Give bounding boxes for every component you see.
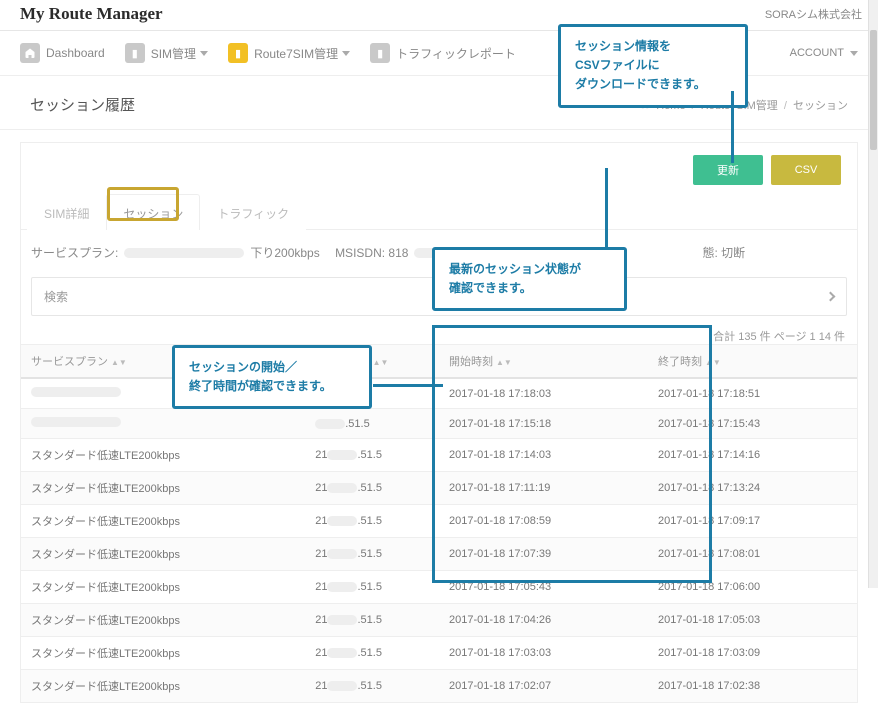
cell-ip: 21.51.5 bbox=[305, 604, 439, 637]
cell-start: 2017-01-18 17:05:43 bbox=[439, 571, 648, 604]
nav-dashboard-label: Dashboard bbox=[46, 46, 105, 60]
caret-icon bbox=[200, 51, 208, 56]
cell-start: 2017-01-18 17:04:26 bbox=[439, 604, 648, 637]
table-row[interactable]: スタンダード低速LTE200kbps21.51.52017-01-18 17:0… bbox=[21, 670, 857, 703]
cell-ip: 21.51.5 bbox=[305, 472, 439, 505]
cell-start: 2017-01-18 17:03:03 bbox=[439, 637, 648, 670]
nav-route7[interactable]: ▮ Route7SIM管理 bbox=[218, 37, 360, 69]
sim-icon: ▮ bbox=[125, 43, 145, 63]
cell-plan: スタンダード低速LTE200kbps bbox=[21, 604, 305, 637]
cell-ip: 21.51.5 bbox=[305, 538, 439, 571]
account-label: ACCOUNT bbox=[790, 47, 844, 59]
cell-start: 2017-01-18 17:14:03 bbox=[439, 439, 648, 472]
plan-label: サービスプラン: bbox=[31, 244, 118, 261]
cell-ip: .51.5 bbox=[305, 409, 439, 439]
scrollbar[interactable] bbox=[868, 0, 878, 588]
cell-plan: スタンダード低速LTE200kbps bbox=[21, 571, 305, 604]
search-label: 検索 bbox=[44, 288, 68, 305]
cell-end: 2017-01-18 17:08:01 bbox=[648, 538, 857, 571]
cell-end: 2017-01-18 17:15:43 bbox=[648, 409, 857, 439]
cell-plan: スタンダード低速LTE200kbps bbox=[21, 670, 305, 703]
cell-plan: スタンダード低速LTE200kbps bbox=[21, 637, 305, 670]
down-label: 下り200kbps bbox=[250, 244, 319, 261]
table-row[interactable]: スタンダード低速LTE200kbps21.51.52017-01-18 17:0… bbox=[21, 604, 857, 637]
nav-traffic[interactable]: ▮ トラフィックレポート bbox=[360, 37, 526, 69]
nav-traffic-label: トラフィックレポート bbox=[396, 45, 516, 62]
company-name: SORAシム株式会社 bbox=[765, 6, 862, 22]
sort-icon: ▲▼ bbox=[705, 358, 721, 367]
account-menu[interactable]: ACCOUNT bbox=[780, 41, 868, 65]
callout-update: 最新のセッション状態が 確認できます。 bbox=[432, 247, 627, 311]
table-row[interactable]: .51.52017-01-18 17:15:182017-01-18 17:15… bbox=[21, 409, 857, 439]
chevron-right-icon bbox=[826, 292, 836, 302]
cell-plan bbox=[21, 409, 305, 439]
cell-end: 2017-01-18 17:05:03 bbox=[648, 604, 857, 637]
cell-end: 2017-01-18 17:14:16 bbox=[648, 439, 857, 472]
cell-plan: スタンダード低速LTE200kbps bbox=[21, 538, 305, 571]
cell-start: 2017-01-18 17:08:59 bbox=[439, 505, 648, 538]
sort-icon: ▲▼ bbox=[496, 358, 512, 367]
chart-icon: ▮ bbox=[370, 43, 390, 63]
cell-end: 2017-01-18 17:06:00 bbox=[648, 571, 857, 604]
brand: My Route Manager bbox=[20, 4, 163, 24]
tab-sim-detail[interactable]: SIM詳細 bbox=[27, 194, 106, 230]
csv-button[interactable]: CSV bbox=[771, 155, 841, 185]
nav-sim-label: SIM管理 bbox=[151, 45, 196, 62]
cell-end: 2017-01-18 17:03:09 bbox=[648, 637, 857, 670]
sort-icon: ▲▼ bbox=[111, 358, 127, 367]
page-title: セッション履歴 bbox=[30, 94, 135, 115]
update-button[interactable]: 更新 bbox=[693, 155, 763, 185]
cell-plan: スタンダード低速LTE200kbps bbox=[21, 505, 305, 538]
cell-start: 2017-01-18 17:07:39 bbox=[439, 538, 648, 571]
cell-ip: 21.51.5 bbox=[305, 637, 439, 670]
cell-plan: スタンダード低速LTE200kbps bbox=[21, 472, 305, 505]
nav-sim[interactable]: ▮ SIM管理 bbox=[115, 37, 218, 69]
cell-end: 2017-01-18 17:02:38 bbox=[648, 670, 857, 703]
callout-csv: セッション情報を CSVファイルに ダウンロードできます。 bbox=[558, 24, 748, 108]
msisdn-label: MSISDN: 818 bbox=[335, 246, 408, 260]
cell-start: 2017-01-18 17:11:19 bbox=[439, 472, 648, 505]
col-start[interactable]: 開始時刻▲▼ bbox=[439, 345, 648, 379]
cell-ip: 21.51.5 bbox=[305, 571, 439, 604]
cell-end: 2017-01-18 17:13:24 bbox=[648, 472, 857, 505]
session-table: サービスプラン▲▼ IPアドレス▲▼ 開始時刻▲▼ 終了時刻▲▼ .51.520… bbox=[21, 344, 857, 702]
table-row[interactable]: スタンダード低速LTE200kbps21.51.52017-01-18 17:0… bbox=[21, 505, 857, 538]
table-row[interactable]: .51.52017-01-18 17:18:032017-01-18 17:18… bbox=[21, 378, 857, 409]
table-row[interactable]: スタンダード低速LTE200kbps21.51.52017-01-18 17:0… bbox=[21, 571, 857, 604]
table-row[interactable]: スタンダード低速LTE200kbps21.51.52017-01-18 17:1… bbox=[21, 439, 857, 472]
caret-icon bbox=[342, 51, 350, 56]
home-icon bbox=[20, 43, 40, 63]
redacted bbox=[124, 248, 244, 258]
nav-dashboard[interactable]: Dashboard bbox=[10, 37, 115, 69]
cell-plan: スタンダード低速LTE200kbps bbox=[21, 439, 305, 472]
caret-icon bbox=[850, 51, 858, 56]
callout-time: セッションの開始／ 終了時間が確認できます。 bbox=[172, 345, 372, 409]
route7-icon: ▮ bbox=[228, 43, 248, 63]
cell-ip: 21.51.5 bbox=[305, 439, 439, 472]
cell-start: 2017-01-18 17:15:18 bbox=[439, 409, 648, 439]
content-card: 更新 CSV SIM詳細 セッション トラフィック サービスプラン: 下り200… bbox=[20, 142, 858, 703]
tab-session[interactable]: セッション bbox=[106, 194, 200, 230]
cell-start: 2017-01-18 17:02:07 bbox=[439, 670, 648, 703]
table-row[interactable]: スタンダード低速LTE200kbps21.51.52017-01-18 17:0… bbox=[21, 637, 857, 670]
tabs: SIM詳細 セッション トラフィック bbox=[21, 193, 857, 230]
tab-traffic[interactable]: トラフィック bbox=[200, 194, 306, 230]
cell-start: 2017-01-18 17:18:03 bbox=[439, 378, 648, 409]
sort-icon: ▲▼ bbox=[373, 358, 389, 367]
result-count: 合計 135 件 ページ 1 14 件 bbox=[713, 328, 845, 344]
nav-route7-label: Route7SIM管理 bbox=[254, 45, 338, 62]
cell-ip: 21.51.5 bbox=[305, 505, 439, 538]
cell-end: 2017-01-18 17:09:17 bbox=[648, 505, 857, 538]
cell-end: 2017-01-18 17:18:51 bbox=[648, 378, 857, 409]
table-row[interactable]: スタンダード低速LTE200kbps21.51.52017-01-18 17:0… bbox=[21, 538, 857, 571]
state-label: 態: 切断 bbox=[702, 244, 745, 261]
col-end[interactable]: 終了時刻▲▼ bbox=[648, 345, 857, 379]
table-row[interactable]: スタンダード低速LTE200kbps21.51.52017-01-18 17:1… bbox=[21, 472, 857, 505]
cell-ip: 21.51.5 bbox=[305, 670, 439, 703]
crumb-current: セッション bbox=[793, 100, 848, 112]
